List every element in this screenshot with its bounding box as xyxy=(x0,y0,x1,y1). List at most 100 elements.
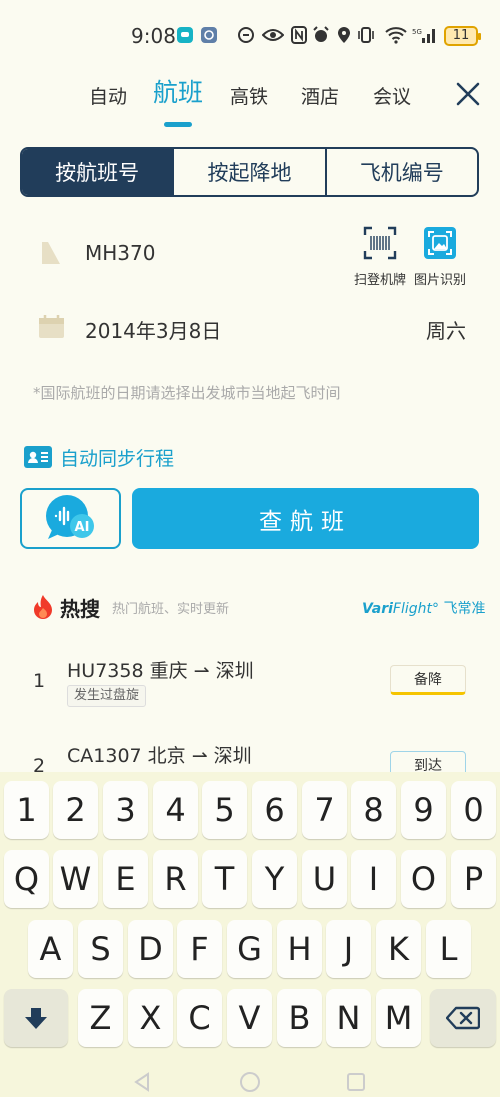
key-w[interactable]: W xyxy=(53,850,98,908)
tab-meeting[interactable]: 会议 xyxy=(373,82,411,112)
key-s[interactable]: S xyxy=(78,920,123,978)
key-e[interactable]: E xyxy=(103,850,148,908)
ai-chat-icon: AI xyxy=(46,495,94,539)
tab-train[interactable]: 高铁 xyxy=(230,82,268,112)
key-p[interactable]: P xyxy=(451,850,496,908)
key-2[interactable]: 2 xyxy=(53,781,98,839)
key-q[interactable]: Q xyxy=(4,850,49,908)
hot-route: CA1307 北京 ⇀ 深圳 xyxy=(67,745,252,767)
brand-suffix: ° 飞常准 xyxy=(432,601,486,617)
hot-rank: 1 xyxy=(33,670,46,692)
scan-barcode-icon xyxy=(363,226,397,260)
signal-icon: 5G xyxy=(412,28,435,43)
key-l[interactable]: L xyxy=(426,920,471,978)
backspace-key[interactable] xyxy=(430,989,496,1047)
key-u[interactable]: U xyxy=(302,850,347,908)
fire-icon xyxy=(34,595,52,619)
location-icon xyxy=(338,27,350,43)
alarm-icon xyxy=(313,26,329,42)
image-recognition-label: 图片识别 xyxy=(413,273,466,288)
battery-indicator: 11 xyxy=(444,26,481,46)
key-n[interactable]: N xyxy=(326,989,371,1047)
image-recognition-button[interactable]: 图片识别 xyxy=(410,225,470,288)
tab-flight[interactable]: 航班 xyxy=(153,78,203,108)
tab-hotel[interactable]: 酒店 xyxy=(301,82,339,112)
brand-mid: Flight xyxy=(392,601,432,617)
key-1[interactable]: 1 xyxy=(4,781,49,839)
date-picker[interactable]: 2014年3月8日 xyxy=(85,315,221,344)
hot-search-subtitle: 热门航班、实时更新 xyxy=(112,601,230,617)
key-c[interactable]: C xyxy=(177,989,222,1047)
back-nav-icon[interactable] xyxy=(133,1072,151,1092)
no-disturb-icon xyxy=(238,27,254,43)
airplane-tail-icon xyxy=(42,242,60,264)
key-m[interactable]: M xyxy=(376,989,421,1047)
system-nav-bar xyxy=(0,1062,500,1097)
hot-search-title: 热搜 xyxy=(60,596,100,621)
key-v[interactable]: V xyxy=(227,989,272,1047)
eye-icon xyxy=(262,29,284,41)
backspace-icon xyxy=(446,1006,480,1030)
status-bar: 9:08 5G 11 xyxy=(0,0,500,72)
variflight-logo: VariFlight° 飞常准 xyxy=(362,598,485,618)
status-time: 9:08 xyxy=(131,24,176,48)
key-5[interactable]: 5 xyxy=(202,781,247,839)
key-i[interactable]: I xyxy=(351,850,396,908)
key-a[interactable]: A xyxy=(28,920,73,978)
key-6[interactable]: 6 xyxy=(252,781,297,839)
tab-auto[interactable]: 自动 xyxy=(89,82,127,112)
battery-level: 11 xyxy=(452,28,470,43)
nfc-icon xyxy=(291,26,307,44)
key-f[interactable]: F xyxy=(177,920,222,978)
key-g[interactable]: G xyxy=(227,920,272,978)
key-k[interactable]: K xyxy=(376,920,421,978)
hot-route: HU7358 重庆 ⇀ 深圳 xyxy=(67,660,254,682)
active-tab-indicator xyxy=(164,122,192,127)
search-flight-button[interactable]: 查航班 xyxy=(132,488,479,549)
weekday-label: 周六 xyxy=(426,319,466,343)
recents-nav-icon[interactable] xyxy=(346,1072,366,1092)
key-j[interactable]: J xyxy=(326,920,371,978)
key-8[interactable]: 8 xyxy=(351,781,396,839)
status-badge-diverted: 备降 xyxy=(390,665,466,695)
key-x[interactable]: X xyxy=(128,989,173,1047)
scan-boarding-pass-label: 扫登机牌 xyxy=(353,273,406,288)
auto-sync-trip-link[interactable]: 自动同步行程 xyxy=(24,443,174,471)
key-3[interactable]: 3 xyxy=(103,781,148,839)
segment-by-flight-number[interactable]: 按航班号 xyxy=(22,149,175,195)
key-9[interactable]: 9 xyxy=(401,781,446,839)
key-7[interactable]: 7 xyxy=(302,781,347,839)
id-card-icon xyxy=(24,446,52,468)
hot-tag: 发生过盘旋 xyxy=(67,685,147,707)
app-notification-icon xyxy=(201,27,217,43)
key-y[interactable]: Y xyxy=(252,850,297,908)
close-icon[interactable] xyxy=(454,80,482,108)
hot-flight-item[interactable]: 1 HU7358 重庆 ⇀ 深圳 发生过盘旋 备降 xyxy=(0,650,500,710)
calendar-icon xyxy=(39,315,64,338)
wifi-icon xyxy=(385,27,407,44)
on-screen-keyboard: 1 2 3 4 5 6 7 8 9 0 Q W E R T Y U I O P … xyxy=(0,772,500,1097)
arrow-down-icon xyxy=(25,1008,47,1029)
vibrate-icon xyxy=(358,27,374,43)
key-4[interactable]: 4 xyxy=(153,781,198,839)
message-app-icon xyxy=(177,27,193,43)
key-r[interactable]: R xyxy=(153,850,198,908)
home-nav-icon[interactable] xyxy=(239,1071,261,1093)
key-t[interactable]: T xyxy=(202,850,247,908)
segment-by-aircraft-number[interactable]: 飞机编号 xyxy=(327,149,477,195)
search-mode-selector: 按航班号 按起降地 飞机编号 xyxy=(20,147,479,197)
key-0[interactable]: 0 xyxy=(451,781,496,839)
ai-badge-text: AI xyxy=(75,520,90,535)
flight-number-input[interactable]: MH370 xyxy=(85,241,155,265)
key-b[interactable]: B xyxy=(277,989,322,1047)
segment-by-route[interactable]: 按起降地 xyxy=(174,149,327,195)
key-o[interactable]: O xyxy=(401,850,446,908)
svg-text:5G: 5G xyxy=(412,28,422,36)
key-h[interactable]: H xyxy=(277,920,322,978)
hot-search-header: 热搜 热门航班、实时更新 xyxy=(32,593,229,621)
ai-assistant-button[interactable]: AI xyxy=(20,488,121,549)
shift-key[interactable] xyxy=(4,989,68,1047)
scan-boarding-pass-button[interactable]: 扫登机牌 xyxy=(350,225,410,288)
key-z[interactable]: Z xyxy=(78,989,123,1047)
key-d[interactable]: D xyxy=(128,920,173,978)
